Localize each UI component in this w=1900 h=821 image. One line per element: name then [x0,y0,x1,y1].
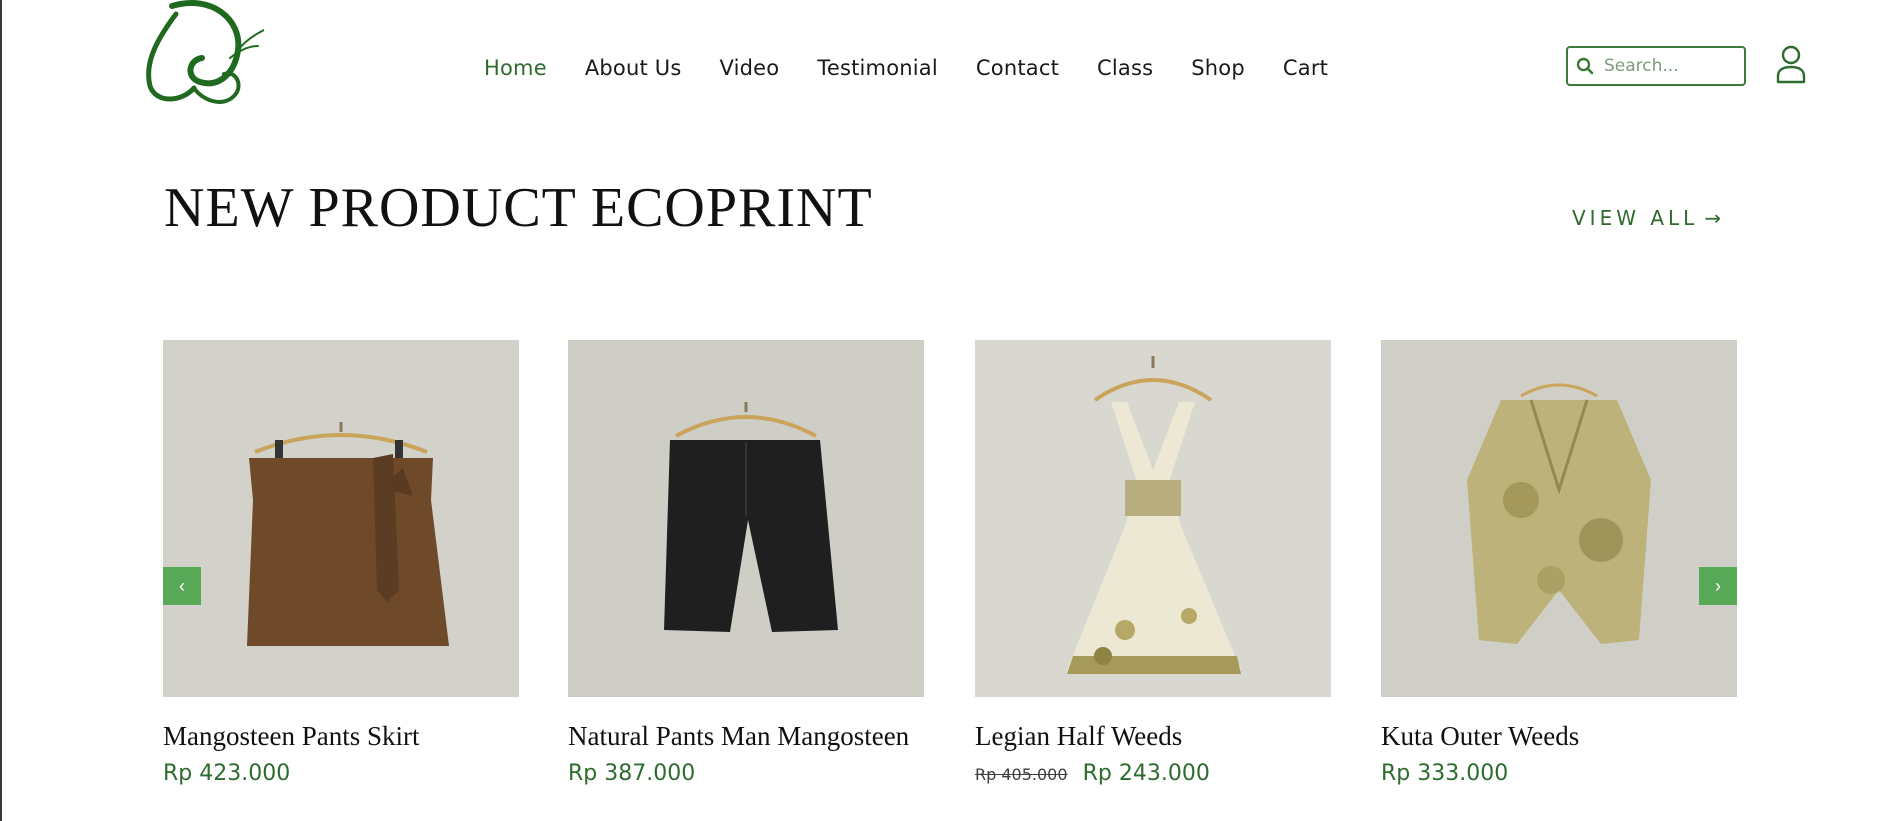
view-all-link[interactable]: VIEW ALL → [1572,206,1721,230]
nav-cart[interactable]: Cart [1283,52,1328,84]
section-title: NEW PRODUCT ECOPRINT [164,177,873,239]
product-name[interactable]: Natural Pants Man Mangosteen [568,719,924,753]
product-card[interactable]: Natural Pants Man Mangosteen Rp 387.000 [568,340,924,786]
nav-about-us[interactable]: About Us [585,52,682,84]
search-icon[interactable] [1568,48,1602,84]
product-price: Rp 243.000 [1082,761,1210,786]
product-card[interactable]: Legian Half Weeds Rp 405.000 Rp 243.000 [975,340,1331,786]
main-nav: Home About Us Video Testimonial Contact … [484,52,1366,84]
product-price: Rp 387.000 [568,761,696,786]
product-image[interactable] [975,340,1331,697]
user-icon[interactable] [1774,44,1808,86]
product-name[interactable]: Kuta Outer Weeds [1381,719,1737,753]
product-card[interactable]: Mangosteen Pants Skirt Rp 423.000 [163,340,519,786]
product-image[interactable] [163,340,519,697]
arrow-right-icon: → [1704,206,1722,230]
product-name[interactable]: Mangosteen Pants Skirt [163,719,519,753]
carousel-next-button[interactable]: › [1699,567,1737,605]
window-left-border [0,0,2,821]
product-image[interactable] [568,340,924,697]
nav-testimonial[interactable]: Testimonial [817,52,938,84]
chevron-left-icon: ‹ [179,575,185,596]
nav-shop[interactable]: Shop [1191,52,1245,84]
view-all-label: VIEW ALL [1572,206,1699,230]
nav-class[interactable]: Class [1097,52,1153,84]
search-box [1566,46,1746,86]
product-name[interactable]: Legian Half Weeds [975,719,1331,753]
product-card[interactable]: Kuta Outer Weeds Rp 333.000 [1381,340,1737,786]
butterfly-logo[interactable] [142,0,265,108]
product-old-price: Rp 405.000 [975,765,1068,784]
product-price: Rp 423.000 [163,761,291,786]
carousel-prev-button[interactable]: ‹ [163,567,201,605]
product-image[interactable] [1381,340,1737,697]
nav-video[interactable]: Video [720,52,780,84]
search-input[interactable] [1602,55,1736,77]
chevron-right-icon: › [1715,575,1721,596]
product-price: Rp 333.000 [1381,761,1509,786]
nav-home[interactable]: Home [484,52,547,84]
nav-contact[interactable]: Contact [976,52,1059,84]
